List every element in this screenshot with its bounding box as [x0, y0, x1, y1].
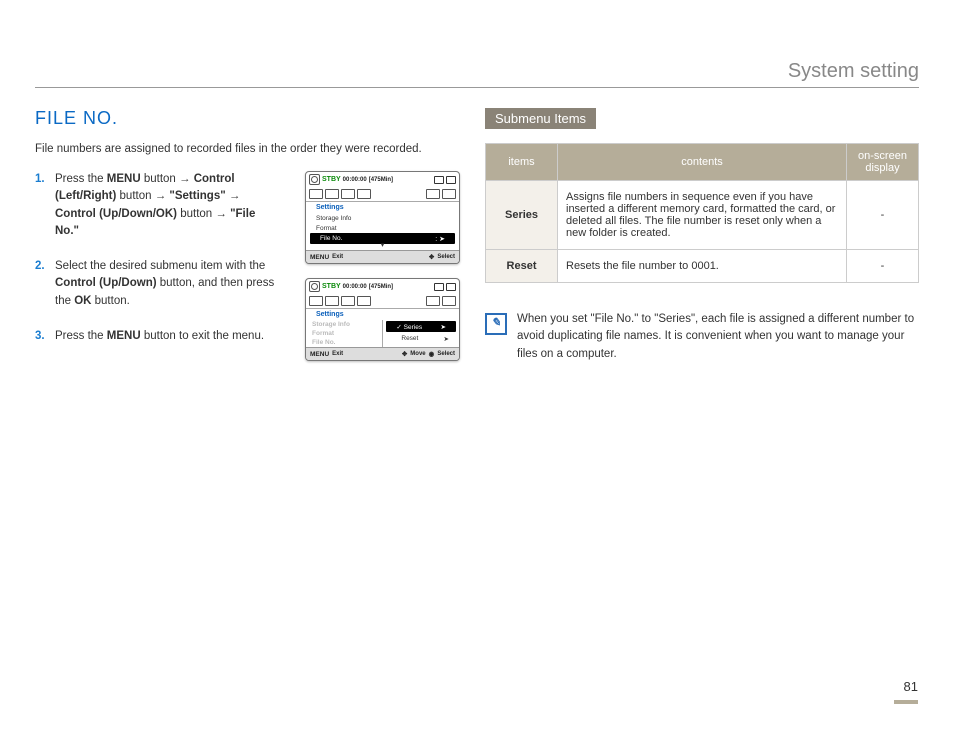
submenu-right: ✓ Series➤ Reset➤ — [382, 320, 459, 347]
menu-title: Settings — [306, 309, 459, 320]
camera-icon — [309, 281, 320, 292]
note-text: When you set "File No." to "Series", eac… — [517, 311, 919, 363]
step-1: 1.Press the MENU button → Control (Left/… — [35, 171, 275, 240]
menu-button-label: MENU — [310, 351, 329, 358]
battery-icon — [434, 176, 456, 184]
ok-icon: ◉ — [429, 350, 435, 358]
submenu-selected: ✓ Series➤ — [386, 321, 456, 332]
step-2: 2.Select the desired submenu item with t… — [35, 258, 275, 310]
note-icon: ✎ — [485, 313, 507, 335]
joystick-icon: ✥ — [402, 350, 407, 358]
step-1-text: Press the MENU button → Control (Left/Ri… — [55, 171, 275, 240]
th-contents: contents — [558, 144, 847, 181]
page-title: FILE NO. — [35, 108, 445, 129]
table-row: Series Assigns file numbers in sequence … — [486, 181, 919, 250]
status-icons-row — [306, 294, 459, 309]
menu-item: Storage Info — [306, 213, 459, 223]
table-row: Reset Resets the file number to 0001. - — [486, 250, 919, 283]
lcd-screenshot-2: STBY 00:00:00 [475Min] Settings St — [305, 278, 460, 361]
menu-title: Settings — [306, 202, 459, 213]
menu-item: Format — [306, 223, 459, 233]
step-3: 3.Press the MENU button to exit the menu… — [35, 328, 275, 345]
camera-icon — [309, 174, 320, 185]
note-block: ✎ When you set "File No." to "Series", e… — [485, 311, 919, 363]
step-3-text: Press the MENU button to exit the menu. — [55, 328, 275, 345]
lcd-screenshot-1: STBY 00:00:00 [475Min] Settings Storage … — [305, 171, 460, 264]
submenu-left: Storage Info Format File No. — [306, 320, 382, 347]
battery-icon — [434, 283, 456, 291]
intro-text: File numbers are assigned to recorded fi… — [35, 141, 445, 157]
submenu-table: items contents on-screen display Series … — [485, 143, 919, 283]
submenu-item: Reset➤ — [383, 333, 459, 344]
page-number: 81 — [894, 679, 918, 708]
status-icons-row — [306, 187, 459, 202]
step-2-text: Select the desired submenu item with the… — [55, 258, 275, 310]
section-header: System setting — [35, 35, 919, 88]
steps-list: 1.Press the MENU button → Control (Left/… — [35, 171, 275, 345]
joystick-icon: ✥ — [429, 253, 434, 261]
th-items: items — [486, 144, 558, 181]
menu-button-label: MENU — [310, 254, 329, 261]
submenu-heading: Submenu Items — [485, 108, 596, 129]
th-osd: on-screen display — [847, 144, 919, 181]
